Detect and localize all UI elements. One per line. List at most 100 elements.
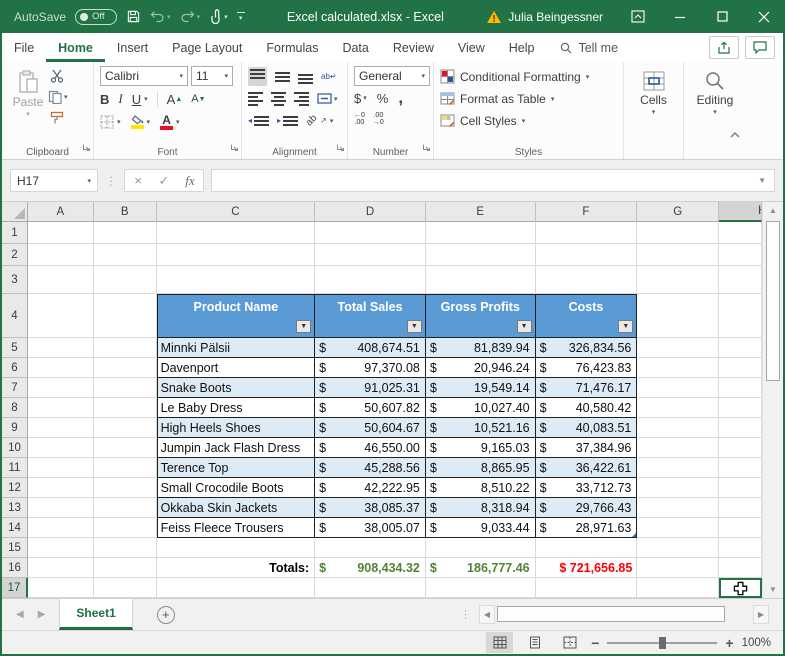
save-button[interactable] <box>126 9 141 24</box>
cell[interactable] <box>93 338 157 358</box>
redo-button[interactable]: ▾ <box>180 10 200 23</box>
cell[interactable] <box>27 438 94 458</box>
cells-button[interactable]: Cells ▾ <box>630 66 677 144</box>
cell[interactable] <box>27 358 94 378</box>
clipboard-dialog-launcher[interactable] <box>82 139 91 157</box>
cell[interactable] <box>93 518 157 538</box>
table-cell[interactable]: $97,370.08 <box>315 358 426 378</box>
table-row[interactable]: Le Baby Dress <box>156 398 316 418</box>
cell[interactable] <box>315 222 426 244</box>
cell[interactable] <box>535 538 638 558</box>
page-layout-view-button[interactable] <box>521 632 548 653</box>
cell[interactable] <box>719 538 762 558</box>
table-cell[interactable]: $326,834.56 <box>535 338 638 358</box>
cell[interactable] <box>637 558 720 578</box>
row-header-9[interactable]: 9 <box>2 418 28 438</box>
font-color-button[interactable]: A ▾ <box>160 114 180 130</box>
zoom-slider-thumb[interactable] <box>659 636 667 649</box>
increase-font-button[interactable]: A ▲ <box>167 92 183 107</box>
cell[interactable] <box>93 578 157 598</box>
zoom-in-button[interactable]: + <box>725 635 733 651</box>
table-cell[interactable]: $8,865.95 <box>425 458 536 478</box>
middle-align-button[interactable] <box>275 69 290 84</box>
table-cell[interactable]: $71,476.17 <box>535 378 638 398</box>
row-header-10[interactable]: 10 <box>2 438 28 458</box>
table-header-gross-profits[interactable]: Gross Profits ▼ <box>425 294 536 338</box>
zoom-level[interactable]: 100% <box>742 637 771 649</box>
row-header-12[interactable]: 12 <box>2 478 28 498</box>
cell[interactable] <box>27 378 94 398</box>
totals-gross-cell[interactable]: $186,777.46 <box>425 558 536 578</box>
column-header-g[interactable]: G <box>637 202 720 222</box>
table-cell[interactable]: $40,580.42 <box>535 398 638 418</box>
cell[interactable] <box>719 244 762 266</box>
cell[interactable] <box>27 478 94 498</box>
sheet-tab-sheet1[interactable]: Sheet1 <box>59 599 133 630</box>
cell[interactable] <box>156 222 316 244</box>
cell[interactable] <box>719 518 762 538</box>
row-header-16[interactable]: 16 <box>2 558 28 578</box>
customize-qat-button[interactable]: ▾ <box>236 11 245 22</box>
comments-button[interactable] <box>745 36 775 59</box>
cell[interactable] <box>27 498 94 518</box>
horizontal-scrollbar[interactable]: ◀ ▶ <box>479 605 769 624</box>
table-cell[interactable]: $38,085.37 <box>315 498 426 518</box>
touch-mode-button[interactable]: ▾ <box>209 9 228 24</box>
cell[interactable] <box>535 578 638 598</box>
table-row[interactable]: Terence Top <box>156 458 316 478</box>
cell[interactable] <box>425 578 536 598</box>
cell[interactable] <box>93 222 157 244</box>
insert-function-button[interactable]: fx <box>177 173 203 189</box>
table-row[interactable]: High Heels Shoes <box>156 418 316 438</box>
cell[interactable] <box>156 266 316 294</box>
tab-insert[interactable]: Insert <box>105 33 160 62</box>
ribbon-display-options-button[interactable] <box>617 0 659 33</box>
table-row[interactable]: Jumpin Jack Flash Dress <box>156 438 316 458</box>
row-header-8[interactable]: 8 <box>2 398 28 418</box>
column-header-d[interactable]: D <box>315 202 426 222</box>
cell[interactable] <box>637 478 720 498</box>
format-as-table-button[interactable]: Format as Table ▾ <box>440 88 589 109</box>
cell[interactable] <box>637 266 720 294</box>
table-cell[interactable]: $40,083.51 <box>535 418 638 438</box>
table-row[interactable]: Snake Boots <box>156 378 316 398</box>
table-cell[interactable]: $9,033.44 <box>425 518 536 538</box>
row-header-3[interactable]: 3 <box>2 266 28 294</box>
cell[interactable] <box>719 458 762 478</box>
conditional-formatting-button[interactable]: Conditional Formatting ▾ <box>440 66 589 87</box>
cell[interactable] <box>719 558 762 578</box>
cell[interactable] <box>719 418 762 438</box>
cell[interactable] <box>93 458 157 478</box>
cell[interactable] <box>719 478 762 498</box>
cell[interactable] <box>719 398 762 418</box>
scroll-right-icon[interactable]: ▶ <box>753 605 769 624</box>
row-header-1[interactable]: 1 <box>2 222 28 244</box>
cell[interactable] <box>27 244 94 266</box>
table-cell[interactable]: $81,839.94 <box>425 338 536 358</box>
number-dialog-launcher[interactable] <box>422 139 431 157</box>
vertical-scrollbar[interactable]: ▲ ▼ <box>762 202 783 598</box>
cell[interactable] <box>93 294 157 338</box>
cell[interactable] <box>27 338 94 358</box>
sheet-nav-left-icon[interactable]: ◀ <box>16 609 24 620</box>
undo-button[interactable]: ▾ <box>150 10 171 23</box>
decrease-font-button[interactable]: A ▼ <box>191 93 205 105</box>
new-sheet-button[interactable]: + <box>156 605 175 624</box>
cell[interactable] <box>93 558 157 578</box>
increase-indent-button[interactable]: ▸ <box>277 115 299 126</box>
row-header-11[interactable]: 11 <box>2 458 28 478</box>
tab-formulas[interactable]: Formulas <box>254 33 330 62</box>
cell[interactable] <box>637 222 720 244</box>
decrease-indent-button[interactable]: ◂ <box>248 115 270 126</box>
wrap-text-button[interactable]: ab ↵ <box>321 72 337 81</box>
collapse-ribbon-button[interactable] <box>730 125 740 143</box>
formula-expand-icon[interactable]: ▼ <box>758 176 766 185</box>
row-header-2[interactable]: 2 <box>2 244 28 266</box>
table-row[interactable]: Small Crocodile Boots <box>156 478 316 498</box>
cell[interactable] <box>27 458 94 478</box>
format-painter-button[interactable] <box>48 111 68 125</box>
cell[interactable] <box>637 578 720 598</box>
column-header-a[interactable]: A <box>27 202 94 222</box>
cell[interactable] <box>93 478 157 498</box>
enter-button[interactable]: ✓ <box>151 173 177 189</box>
